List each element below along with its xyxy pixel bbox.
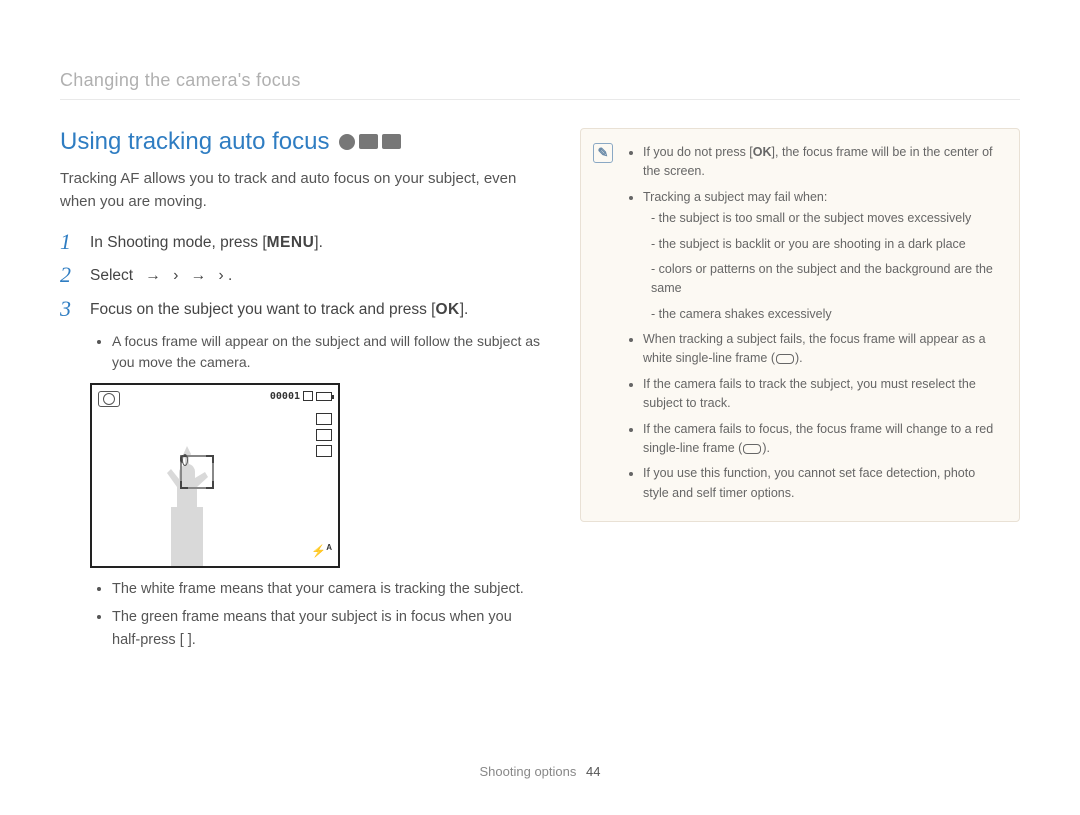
metering-icon [316, 445, 332, 457]
card-icon [303, 391, 313, 401]
sub-bullet: A focus frame will appear on the subject… [112, 331, 540, 373]
step-3-sub-bullets: A focus frame will appear on the subject… [90, 331, 540, 373]
step-3-body: Focus on the subject you want to track a… [90, 298, 468, 321]
arrow-icon: → [183, 264, 215, 287]
page-number: 44 [586, 764, 600, 779]
step-3: 3 Focus on the subject you want to track… [60, 298, 540, 321]
white-frame-icon [776, 354, 794, 364]
note-item: If you do not press [OK], the focus fram… [643, 143, 1003, 182]
note-sub-item: colors or patterns on the subject and th… [651, 260, 1003, 299]
divider [60, 99, 1020, 100]
step-1-body: In Shooting mode, press [MENU]. [90, 231, 323, 254]
note-item: When tracking a subject fails, the focus… [643, 330, 1003, 369]
note-item: If the camera fails to focus, the focus … [643, 420, 1003, 459]
flash-icon: ⚡A [311, 543, 332, 558]
step-number: 2 [60, 264, 78, 287]
size-icon [316, 413, 332, 425]
step-2: 2 Select → › → › . [60, 264, 540, 287]
ok-key-icon: OK [753, 145, 772, 159]
step-2-sep1: › [173, 267, 178, 284]
step-2-body: Select → › → › . [90, 264, 232, 287]
left-column: Using tracking auto focus Tracking AF al… [60, 128, 540, 657]
right-column: ✎ If you do not press [OK], the focus fr… [580, 128, 1020, 657]
menu-key-icon: MENU [267, 231, 315, 254]
note-sub-item: the subject is too small or the subject … [651, 209, 1003, 228]
footer-section: Shooting options [480, 764, 577, 779]
screen-right-icons [316, 413, 332, 457]
note-item: If the camera fails to track the subject… [643, 375, 1003, 414]
step-1: 1 In Shooting mode, press [MENU]. [60, 231, 540, 254]
ok-key-icon: OK [436, 298, 460, 321]
step-1-post: ]. [314, 234, 323, 251]
quality-icon [316, 429, 332, 441]
section-title-text: Using tracking auto focus [60, 128, 329, 156]
frame-meaning-bullets: The white frame means that your camera i… [90, 578, 540, 651]
step-1-pre: In Shooting mode, press [ [90, 234, 267, 251]
note-2-text: Tracking a subject may fail when: [643, 190, 827, 204]
mode-icon-p [339, 134, 355, 150]
note-box: ✎ If you do not press [OK], the focus fr… [580, 128, 1020, 522]
mode-indicator-icon [98, 391, 120, 407]
step-3-pre: Focus on the subject you want to track a… [90, 301, 436, 318]
battery-icon [316, 392, 332, 401]
mode-icon-scn [382, 134, 401, 149]
step-2-sep2: › [219, 267, 224, 284]
step-3-post: ]. [460, 301, 469, 318]
note-3-post: ). [795, 351, 803, 365]
red-frame-icon [743, 444, 761, 454]
focus-frame [180, 455, 214, 489]
mode-icons-group [339, 134, 401, 150]
screen-top-right: 00001 [270, 391, 332, 402]
note-5-pre: If the camera fails to focus, the focus … [643, 422, 993, 455]
note-1-pre: If you do not press [ [643, 145, 753, 159]
step-number: 3 [60, 298, 78, 321]
shot-counter: 00001 [270, 391, 300, 402]
mode-icon-dual-is [359, 134, 378, 149]
breadcrumb: Changing the camera's focus [60, 70, 1020, 91]
step-number: 1 [60, 231, 78, 254]
note-sub-item: the camera shakes excessively [651, 305, 1003, 324]
list-item: The white frame means that your camera i… [112, 578, 540, 600]
arrow-icon: → [137, 264, 169, 287]
note-item: If you use this function, you cannot set… [643, 464, 1003, 503]
note-icon: ✎ [593, 143, 613, 163]
page-footer: Shooting options 44 [0, 764, 1080, 779]
note-3-pre: When tracking a subject fails, the focus… [643, 332, 986, 365]
camera-screen-illustration: 00001 ⚡A [90, 383, 340, 568]
note-5-post: ). [762, 441, 770, 455]
intro-text: Tracking AF allows you to track and auto… [60, 168, 540, 213]
list-item: The green frame means that your subject … [112, 606, 540, 651]
section-title: Using tracking auto focus [60, 128, 540, 156]
step-2-post: . [228, 267, 232, 284]
note-sub-item: the subject is backlit or you are shooti… [651, 235, 1003, 254]
note-item: Tracking a subject may fail when: the su… [643, 188, 1003, 324]
step-2-pre: Select [90, 267, 133, 284]
